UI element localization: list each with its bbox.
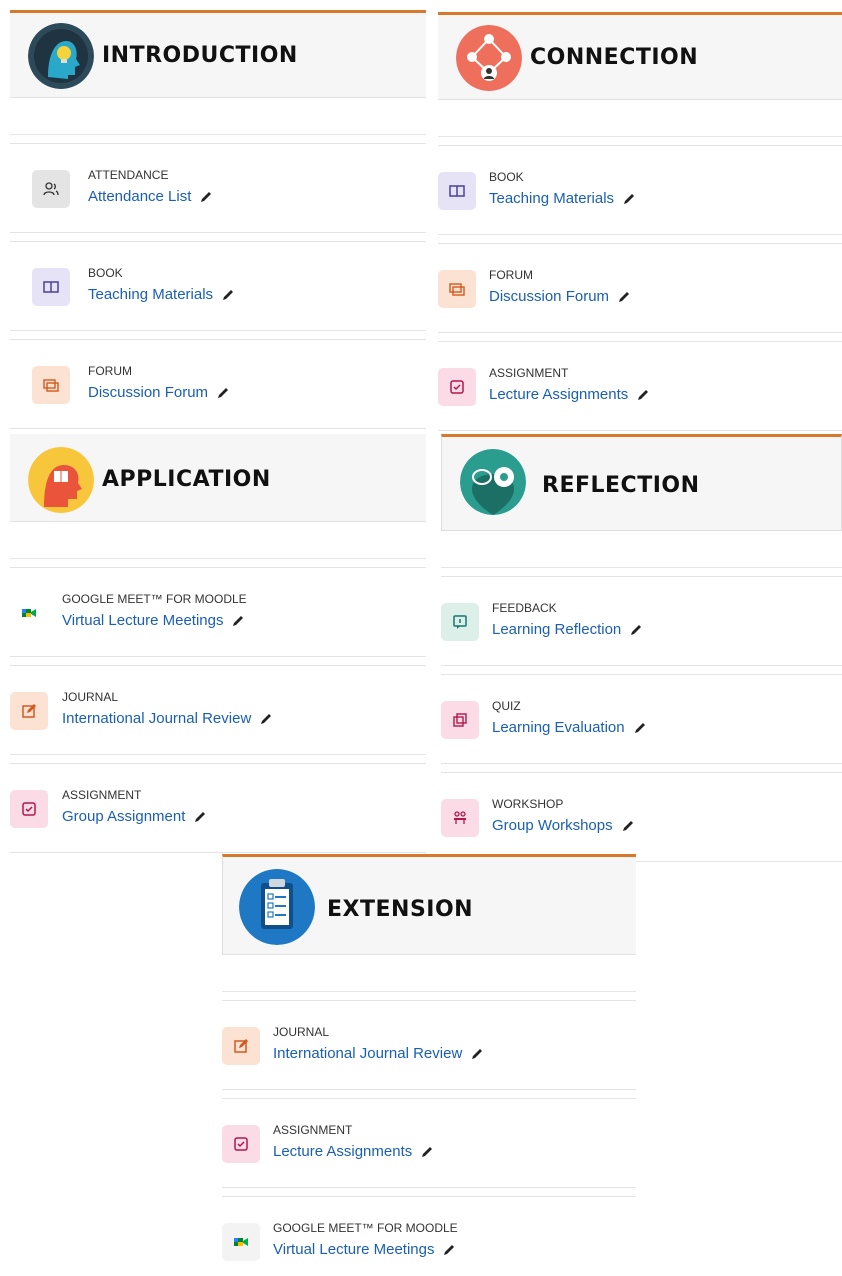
activity-type: JOURNAL bbox=[273, 1025, 330, 1039]
section-header: CONNECTION bbox=[438, 12, 842, 100]
activity-assignment[interactable]: ASSIGNMENT Lecture Assignments bbox=[222, 1098, 636, 1188]
activity-journal[interactable]: JOURNAL International Journal Review bbox=[10, 665, 426, 755]
activity-link[interactable]: Discussion Forum bbox=[88, 384, 230, 401]
activity-type: BOOK bbox=[489, 170, 524, 184]
section-title: APPLICATION bbox=[102, 467, 271, 492]
section-header: REFLECTION bbox=[441, 434, 842, 531]
attendance-icon bbox=[32, 170, 70, 208]
journal-icon bbox=[10, 692, 48, 730]
activity-link[interactable]: International Journal Review bbox=[62, 710, 273, 727]
activity-type: GOOGLE MEET™ FOR MOODLE bbox=[273, 1221, 458, 1235]
activity-type: FEEDBACK bbox=[492, 601, 557, 615]
google-meet-icon bbox=[10, 594, 48, 632]
activity-link[interactable]: Learning Reflection bbox=[492, 621, 643, 638]
activity-feedback[interactable]: FEEDBACK Learning Reflection bbox=[441, 576, 842, 666]
journal-icon bbox=[222, 1027, 260, 1065]
activity-type: FORUM bbox=[88, 364, 132, 378]
activity-type: JOURNAL bbox=[62, 690, 119, 704]
clipboard-checklist-icon bbox=[239, 869, 315, 945]
edit-pencil-icon[interactable] bbox=[259, 712, 273, 726]
activity-type: GOOGLE MEET™ FOR MOODLE bbox=[62, 592, 247, 606]
activity-link[interactable]: Attendance List bbox=[88, 188, 213, 205]
edit-pencil-icon[interactable] bbox=[193, 810, 207, 824]
forum-icon bbox=[32, 366, 70, 404]
activity-book[interactable]: BOOK Teaching Materials bbox=[10, 241, 426, 331]
activity-workshop[interactable]: WORKSHOP Group Workshops bbox=[441, 772, 842, 862]
activity-quiz[interactable]: QUIZ Learning Evaluation bbox=[441, 674, 842, 764]
section-title: CONNECTION bbox=[530, 45, 699, 70]
activity-link[interactable]: Virtual Lecture Meetings bbox=[273, 1241, 456, 1258]
edit-pencil-icon[interactable] bbox=[636, 388, 650, 402]
activity-type: WORKSHOP bbox=[492, 797, 564, 811]
quiz-icon bbox=[441, 701, 479, 739]
activity-type: ASSIGNMENT bbox=[273, 1123, 353, 1137]
activity-type: BOOK bbox=[88, 266, 123, 280]
edit-pencil-icon[interactable] bbox=[221, 288, 235, 302]
activity-forum[interactable]: FORUM Discussion Forum bbox=[10, 339, 426, 429]
book-icon bbox=[438, 172, 476, 210]
activity-link[interactable]: Lecture Assignments bbox=[489, 386, 650, 403]
activity-link[interactable]: Teaching Materials bbox=[88, 286, 235, 303]
activity-google-meet[interactable]: GOOGLE MEET™ FOR MOODLE Virtual Lecture … bbox=[222, 1196, 636, 1276]
network-person-icon bbox=[456, 25, 522, 91]
activity-link[interactable]: Lecture Assignments bbox=[273, 1143, 434, 1160]
edit-pencil-icon[interactable] bbox=[442, 1243, 456, 1257]
activity-forum[interactable]: FORUM Discussion Forum bbox=[438, 243, 842, 333]
section-application: APPLICATION GOOGLE MEET™ FOR MOODLE Virt… bbox=[10, 434, 426, 853]
activity-link[interactable]: Discussion Forum bbox=[489, 288, 631, 305]
section-title: EXTENSION bbox=[327, 897, 474, 922]
activity-link[interactable]: Group Workshops bbox=[492, 817, 635, 834]
edit-pencil-icon[interactable] bbox=[617, 290, 631, 304]
activity-link[interactable]: Group Assignment bbox=[62, 808, 207, 825]
forum-icon bbox=[438, 270, 476, 308]
activity-google-meet[interactable]: GOOGLE MEET™ FOR MOODLE Virtual Lecture … bbox=[10, 567, 426, 657]
section-header: APPLICATION bbox=[10, 434, 426, 522]
assignment-icon bbox=[10, 790, 48, 828]
edit-pencil-icon[interactable] bbox=[216, 386, 230, 400]
activity-attendance[interactable]: ATTENDANCE Attendance List bbox=[10, 143, 426, 233]
assignment-icon bbox=[222, 1125, 260, 1163]
edit-pencil-icon[interactable] bbox=[621, 819, 635, 833]
edit-pencil-icon[interactable] bbox=[420, 1145, 434, 1159]
activity-assignment[interactable]: ASSIGNMENT Group Assignment bbox=[10, 763, 426, 853]
activity-link[interactable]: Virtual Lecture Meetings bbox=[62, 612, 245, 629]
activity-book[interactable]: BOOK Teaching Materials bbox=[438, 145, 842, 235]
google-meet-icon bbox=[222, 1223, 260, 1261]
edit-pencil-icon[interactable] bbox=[470, 1047, 484, 1061]
section-connection: CONNECTION BOOK Teaching Materials FORUM… bbox=[438, 12, 842, 431]
edit-pencil-icon[interactable] bbox=[629, 623, 643, 637]
brain-head-icon bbox=[28, 447, 94, 513]
activity-type: ASSIGNMENT bbox=[489, 366, 569, 380]
edit-pencil-icon[interactable] bbox=[231, 614, 245, 628]
edit-pencil-icon[interactable] bbox=[633, 721, 647, 735]
assignment-icon bbox=[438, 368, 476, 406]
activity-assignment[interactable]: ASSIGNMENT Lecture Assignments bbox=[438, 341, 842, 431]
activity-link[interactable]: Teaching Materials bbox=[489, 190, 636, 207]
edit-pencil-icon[interactable] bbox=[199, 190, 213, 204]
lightbulb-head-icon bbox=[28, 23, 94, 89]
section-header: EXTENSION bbox=[222, 854, 636, 955]
section-title: INTRODUCTION bbox=[102, 43, 298, 68]
feedback-icon bbox=[441, 603, 479, 641]
section-extension: EXTENSION JOURNAL International Journal … bbox=[222, 854, 636, 1276]
section-introduction: INTRODUCTION ATTENDANCE Attendance List … bbox=[10, 10, 426, 429]
section-reflection: REFLECTION FEEDBACK Learning Reflection … bbox=[441, 434, 842, 862]
gears-speech-icon bbox=[460, 449, 526, 515]
activity-link[interactable]: International Journal Review bbox=[273, 1045, 484, 1062]
section-header: INTRODUCTION bbox=[10, 10, 426, 98]
activity-type: FORUM bbox=[489, 268, 533, 282]
activity-type: QUIZ bbox=[492, 699, 521, 713]
activity-journal[interactable]: JOURNAL International Journal Review bbox=[222, 1000, 636, 1090]
edit-pencil-icon[interactable] bbox=[622, 192, 636, 206]
activity-link[interactable]: Learning Evaluation bbox=[492, 719, 647, 736]
workshop-icon bbox=[441, 799, 479, 837]
book-icon bbox=[32, 268, 70, 306]
activity-type: ATTENDANCE bbox=[88, 168, 169, 182]
section-title: REFLECTION bbox=[542, 473, 700, 498]
activity-type: ASSIGNMENT bbox=[62, 788, 142, 802]
